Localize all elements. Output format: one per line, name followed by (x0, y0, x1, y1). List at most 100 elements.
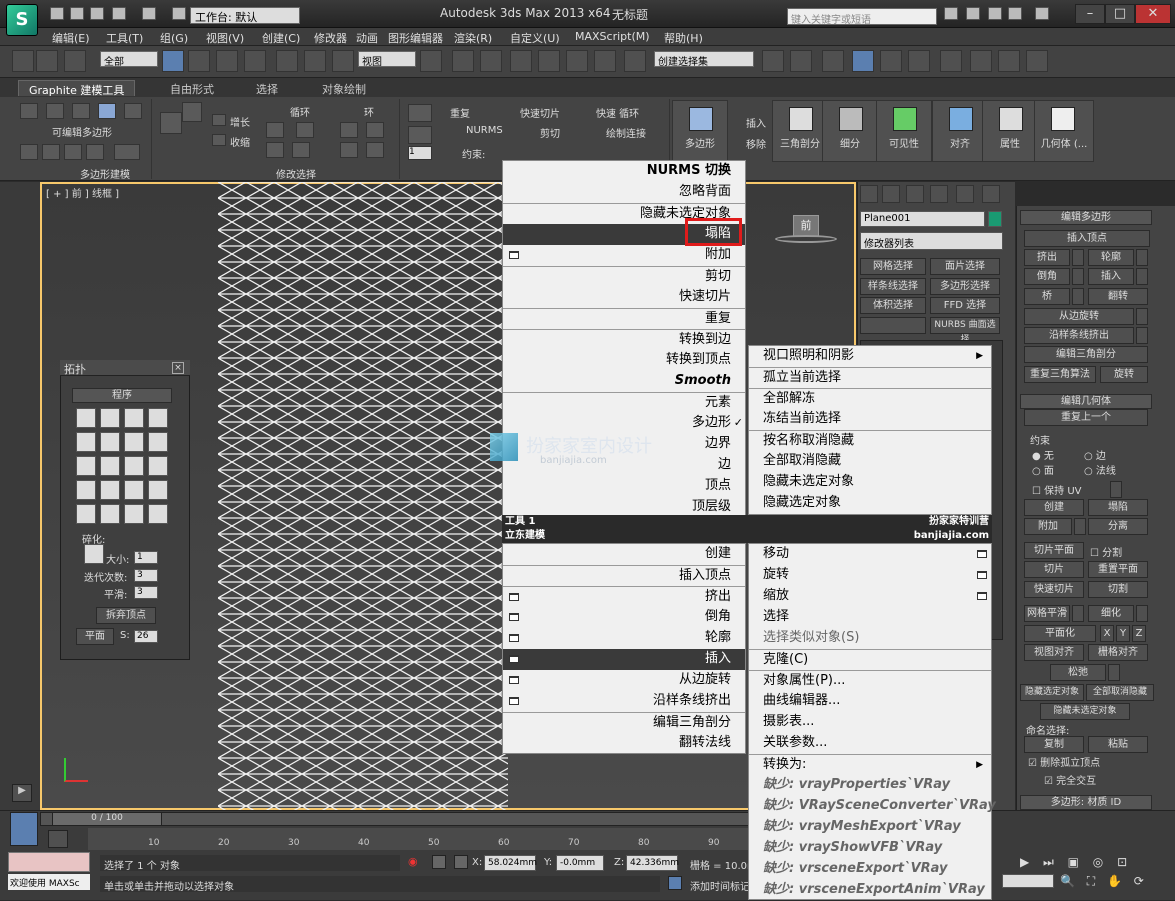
viewcube-face[interactable]: 前 (793, 215, 819, 237)
bevel-settings-icon[interactable] (1072, 268, 1084, 285)
quad-left-top-item[interactable]: 快速切片 (503, 287, 745, 308)
repeat-label[interactable]: 重复 (450, 105, 470, 120)
angle-snap-icon[interactable] (538, 50, 560, 72)
quad-left-top-item[interactable]: 转换到边 (503, 329, 745, 350)
topology-pattern-button[interactable] (148, 480, 168, 500)
pivot-center-icon[interactable] (420, 50, 442, 72)
quad-left-bottom-item[interactable]: 轮廓 (503, 628, 745, 649)
menu-tools[interactable]: 工具(T) (106, 30, 143, 46)
s-spinner[interactable]: 26 (134, 630, 158, 643)
communication-center-icon[interactable] (966, 7, 980, 20)
bridge-button[interactable]: 桥 (1024, 288, 1070, 305)
topology-pattern-button[interactable] (100, 480, 120, 500)
ring-shift2-icon[interactable] (366, 142, 384, 158)
detach-button[interactable]: 分离 (1088, 518, 1148, 535)
vol-select-button[interactable]: 体积选择 (860, 297, 926, 314)
close-search-icon[interactable] (1008, 7, 1022, 20)
keyboard-shortcut-icon[interactable] (480, 50, 502, 72)
quad-right-bottom-item[interactable]: 缺少: vrayProperties`VRay (749, 775, 991, 796)
full-interactivity-checkbox[interactable]: ☑ 完全交互 (1044, 772, 1096, 787)
constraint-normal-radio[interactable]: ○ 法线 (1084, 462, 1116, 477)
help-icon[interactable] (1035, 7, 1049, 20)
workspace-select[interactable]: 工作台: 默认 (190, 7, 300, 24)
vertex-mode-icon[interactable] (20, 103, 38, 119)
add-time-tag-text[interactable]: 添加时间标记 (690, 878, 750, 893)
topology-close-icon[interactable]: × (172, 362, 184, 374)
quad-left-top-item[interactable]: 附加 (503, 245, 745, 266)
inset-button[interactable]: 插入 (1088, 268, 1134, 285)
align-button[interactable]: 对齐 (932, 100, 988, 162)
quad-left-bottom-item[interactable]: 创建 (503, 544, 745, 565)
select-manipulate-icon[interactable] (452, 50, 474, 72)
hide-selected-button[interactable]: 隐藏选定对象 (1020, 684, 1084, 701)
x-coord-field[interactable]: 58.024mm (484, 855, 537, 871)
subdivide-button[interactable]: 细分 (822, 100, 878, 162)
extrude-settings-icon[interactable] (1072, 249, 1084, 266)
quad-left-top-item[interactable]: 元素 (503, 392, 745, 413)
quad-right-bottom-item[interactable]: 缺少: vrsceneExport`VRay (749, 859, 991, 880)
quad-right-bottom-item[interactable]: 对象属性(P)... (749, 670, 991, 691)
search-icon[interactable] (944, 7, 958, 20)
material-editor-icon[interactable] (940, 50, 962, 72)
cut-button[interactable]: 切割 (1088, 581, 1148, 598)
unlink-icon[interactable] (36, 50, 58, 72)
flip-button[interactable]: 翻转 (1088, 288, 1148, 305)
show-end-icon[interactable] (64, 144, 82, 160)
outline-button[interactable]: 轮廓 (1088, 249, 1134, 266)
hide-unselected-button[interactable]: 隐藏未选定对象 (1040, 703, 1130, 720)
spinner-snap-icon[interactable] (594, 50, 616, 72)
menu-help[interactable]: 帮助(H) (664, 30, 703, 46)
schematic-view-icon[interactable] (908, 50, 930, 72)
relax-settings-icon[interactable] (1108, 664, 1120, 681)
slice-button[interactable]: 切片 (1024, 561, 1084, 578)
shrink-icon[interactable] (212, 134, 226, 146)
undo-icon[interactable] (112, 7, 126, 20)
extrude-along-spline-button[interactable]: 沿样条线挤出 (1024, 327, 1134, 344)
render-teapot-icon[interactable] (1026, 50, 1048, 72)
tessellate-button[interactable]: 细化 (1088, 605, 1134, 622)
insert-label[interactable]: 插入 (746, 115, 766, 130)
triangulate-button[interactable]: 三角剖分 (772, 100, 828, 162)
motion-tab-icon[interactable] (930, 185, 948, 203)
quad-left-bottom-item[interactable]: 插入 (503, 649, 745, 670)
border-mode-icon[interactable] (72, 103, 90, 119)
preserve-uv-settings-icon[interactable] (1110, 481, 1122, 498)
quad-right-top-item[interactable]: 全部取消隐藏 (749, 451, 991, 472)
meshsmooth-settings-icon[interactable] (1072, 605, 1084, 622)
topology-section-header[interactable]: 程序 (72, 388, 172, 403)
topology-pattern-button[interactable] (124, 408, 144, 428)
planarize-button[interactable]: 平面化 (1024, 625, 1096, 642)
snap-toggle-icon[interactable] (510, 50, 532, 72)
selection-filter-select[interactable]: 全部 (100, 51, 158, 68)
select-object-icon[interactable] (162, 50, 184, 72)
menu-views[interactable]: 视图(V) (206, 30, 244, 46)
quad-right-bottom-item[interactable]: 转换为: ▶ (749, 754, 991, 775)
delete-isolated-checkbox[interactable]: ☑ 删除孤立顶点 (1028, 754, 1100, 769)
project-folder-icon[interactable] (172, 7, 186, 20)
create-tab-icon[interactable] (860, 185, 878, 203)
mini-listener-icon[interactable] (10, 812, 38, 846)
menu-animation[interactable]: 动画 (356, 30, 378, 46)
search-input[interactable]: 键入关键字或短语 (787, 8, 937, 26)
window-crossing-icon[interactable] (244, 50, 266, 72)
collapse-stack-icon[interactable] (42, 144, 60, 160)
preserve-uv-icon[interactable] (408, 104, 432, 122)
grow-icon[interactable] (212, 114, 226, 126)
tweak-icon[interactable] (408, 126, 432, 144)
wireframe-mesh[interactable] (218, 182, 508, 810)
bind-space-warp-icon[interactable] (64, 50, 86, 72)
poly-select-button[interactable]: 多边形选择 (930, 278, 1000, 295)
time-slider-thumb[interactable]: 0 / 100 (52, 812, 162, 826)
frame-input[interactable] (1002, 874, 1054, 888)
relax-button[interactable]: 松弛 (1050, 664, 1106, 681)
topology-pattern-button[interactable] (100, 504, 120, 524)
preview-sel-icon[interactable] (114, 144, 140, 160)
quickslice-label[interactable]: 快速切片 (520, 105, 560, 120)
smooth-spinner[interactable]: 3 (134, 586, 158, 599)
quad-right-bottom-item[interactable]: 曲线编辑器... (749, 691, 991, 712)
quad-left-top-item[interactable]: 重复 (503, 308, 745, 329)
loop-label[interactable]: 循环 (290, 104, 310, 119)
quad-left-top-item[interactable]: 多边形 ✓ (503, 413, 745, 434)
quad-left-top-item[interactable]: NURMS 切换 (503, 161, 745, 182)
rect-selection-icon[interactable] (216, 50, 238, 72)
